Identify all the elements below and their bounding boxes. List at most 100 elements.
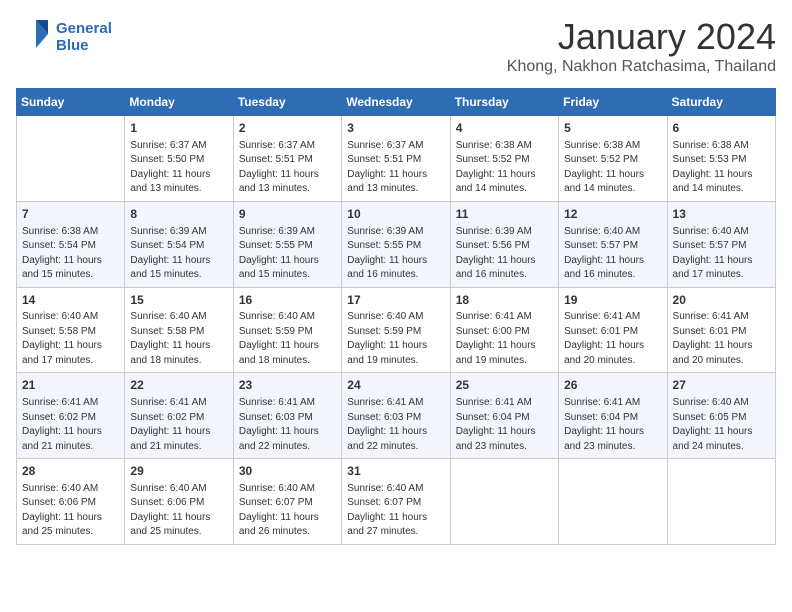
calendar-cell: [17, 116, 125, 202]
day-info: Sunrise: 6:38 AMSunset: 5:54 PMDaylight:…: [22, 225, 119, 283]
day-number: 28: [22, 463, 119, 480]
calendar-cell: 4 Sunrise: 6:38 AMSunset: 5:52 PMDaylight…: [450, 116, 558, 202]
day-info: Sunrise: 6:40 AMSunset: 6:06 PMDaylight:…: [130, 482, 227, 540]
calendar-cell: 31Sunrise: 6:40 AMSunset: 6:07 PMDayligh…: [342, 459, 450, 545]
day-info: Sunrise: 6:41 AMSunset: 6:01 PMDaylight:…: [564, 310, 661, 368]
day-info: Sunrise: 6:37 AMSunset: 5:51 PMDaylight:…: [347, 139, 444, 197]
day-number: 9: [239, 206, 336, 223]
day-number: 8: [130, 206, 227, 223]
day-number: 31: [347, 463, 444, 480]
calendar-cell: 3 Sunrise: 6:37 AMSunset: 5:51 PMDaylight…: [342, 116, 450, 202]
calendar-cell: 15Sunrise: 6:40 AMSunset: 5:58 PMDayligh…: [125, 287, 233, 373]
day-info: Sunrise: 6:40 AMSunset: 5:58 PMDaylight:…: [22, 310, 119, 368]
calendar-cell: 8 Sunrise: 6:39 AMSunset: 5:54 PMDaylight…: [125, 201, 233, 287]
calendar-cell: 9 Sunrise: 6:39 AMSunset: 5:55 PMDaylight…: [233, 201, 341, 287]
day-info: Sunrise: 6:37 AMSunset: 5:50 PMDaylight:…: [130, 139, 227, 197]
calendar-cell: 26 Sunrise: 6:41 AMSunset: 6:04 PMDayligh…: [559, 373, 667, 459]
day-info: Sunrise: 6:40 AMSunset: 6:05 PMDaylight:…: [673, 396, 770, 454]
calendar-week-row: 7 Sunrise: 6:38 AMSunset: 5:54 PMDaylight…: [17, 201, 776, 287]
calendar-cell: 20Sunrise: 6:41 AMSunset: 6:01 PMDayligh…: [667, 287, 775, 373]
day-info: Sunrise: 6:40 AMSunset: 5:58 PMDaylight:…: [130, 310, 227, 368]
calendar-cell: 27 Sunrise: 6:40 AMSunset: 6:05 PMDayligh…: [667, 373, 775, 459]
day-number: 20: [673, 292, 770, 309]
day-number: 21: [22, 377, 119, 394]
calendar-header-row: SundayMondayTuesdayWednesdayThursdayFrid…: [17, 89, 776, 116]
calendar-cell: 23 Sunrise: 6:41 AMSunset: 6:03 PMDayligh…: [233, 373, 341, 459]
logo-text-line1: General: [56, 20, 112, 37]
logo-icon: [16, 16, 52, 52]
col-header-wednesday: Wednesday: [342, 89, 450, 116]
calendar-cell: 5 Sunrise: 6:38 AMSunset: 5:52 PMDaylight…: [559, 116, 667, 202]
day-number: 11: [456, 206, 553, 223]
day-number: 17: [347, 292, 444, 309]
col-header-monday: Monday: [125, 89, 233, 116]
day-info: Sunrise: 6:41 AMSunset: 6:04 PMDaylight:…: [564, 396, 661, 454]
day-info: Sunrise: 6:41 AMSunset: 6:02 PMDaylight:…: [130, 396, 227, 454]
logo-blue: General: [56, 20, 112, 37]
day-info: Sunrise: 6:41 AMSunset: 6:00 PMDaylight:…: [456, 310, 553, 368]
day-info: Sunrise: 6:39 AMSunset: 5:54 PMDaylight:…: [130, 225, 227, 283]
day-info: Sunrise: 6:40 AMSunset: 5:57 PMDaylight:…: [673, 225, 770, 283]
calendar-week-row: 14Sunrise: 6:40 AMSunset: 5:58 PMDayligh…: [17, 287, 776, 373]
day-info: Sunrise: 6:40 AMSunset: 6:07 PMDaylight:…: [239, 482, 336, 540]
col-header-friday: Friday: [559, 89, 667, 116]
day-number: 10: [347, 206, 444, 223]
logo: General Blue: [16, 16, 112, 57]
calendar-cell: [559, 459, 667, 545]
calendar-cell: 16Sunrise: 6:40 AMSunset: 5:59 PMDayligh…: [233, 287, 341, 373]
col-header-sunday: Sunday: [17, 89, 125, 116]
calendar-cell: 6Sunrise: 6:38 AMSunset: 5:53 PMDaylight…: [667, 116, 775, 202]
day-number: 13: [673, 206, 770, 223]
calendar-cell: 11Sunrise: 6:39 AMSunset: 5:56 PMDayligh…: [450, 201, 558, 287]
location: Khong, Nakhon Ratchasima, Thailand: [507, 58, 776, 76]
day-info: Sunrise: 6:40 AMSunset: 6:06 PMDaylight:…: [22, 482, 119, 540]
day-info: Sunrise: 6:37 AMSunset: 5:51 PMDaylight:…: [239, 139, 336, 197]
calendar-cell: [667, 459, 775, 545]
day-info: Sunrise: 6:41 AMSunset: 6:04 PMDaylight:…: [456, 396, 553, 454]
calendar-cell: 25 Sunrise: 6:41 AMSunset: 6:04 PMDayligh…: [450, 373, 558, 459]
calendar-cell: 7 Sunrise: 6:38 AMSunset: 5:54 PMDaylight…: [17, 201, 125, 287]
day-info: Sunrise: 6:40 AMSunset: 5:57 PMDaylight:…: [564, 225, 661, 283]
day-info: Sunrise: 6:41 AMSunset: 6:01 PMDaylight:…: [673, 310, 770, 368]
day-number: 1: [130, 120, 227, 137]
day-number: 4: [456, 120, 553, 137]
calendar-week-row: 21 Sunrise: 6:41 AMSunset: 6:02 PMDayligh…: [17, 373, 776, 459]
day-info: Sunrise: 6:38 AMSunset: 5:52 PMDaylight:…: [456, 139, 553, 197]
day-number: 23: [239, 377, 336, 394]
day-number: 24: [347, 377, 444, 394]
calendar-cell: 28 Sunrise: 6:40 AMSunset: 6:06 PMDayligh…: [17, 459, 125, 545]
calendar-cell: 17Sunrise: 6:40 AMSunset: 5:59 PMDayligh…: [342, 287, 450, 373]
day-number: 25: [456, 377, 553, 394]
day-number: 30: [239, 463, 336, 480]
logo-text-line2: Blue: [56, 37, 112, 54]
calendar-cell: 30 Sunrise: 6:40 AMSunset: 6:07 PMDayligh…: [233, 459, 341, 545]
calendar-cell: 19Sunrise: 6:41 AMSunset: 6:01 PMDayligh…: [559, 287, 667, 373]
day-number: 5: [564, 120, 661, 137]
day-info: Sunrise: 6:39 AMSunset: 5:55 PMDaylight:…: [239, 225, 336, 283]
day-number: 3: [347, 120, 444, 137]
col-header-tuesday: Tuesday: [233, 89, 341, 116]
day-number: 2: [239, 120, 336, 137]
day-number: 12: [564, 206, 661, 223]
day-number: 15: [130, 292, 227, 309]
day-info: Sunrise: 6:38 AMSunset: 5:53 PMDaylight:…: [673, 139, 770, 197]
calendar-cell: [450, 459, 558, 545]
day-number: 19: [564, 292, 661, 309]
day-number: 14: [22, 292, 119, 309]
calendar-cell: 18Sunrise: 6:41 AMSunset: 6:00 PMDayligh…: [450, 287, 558, 373]
day-number: 7: [22, 206, 119, 223]
calendar-cell: 24 Sunrise: 6:41 AMSunset: 6:03 PMDayligh…: [342, 373, 450, 459]
month-title: January 2024: [507, 16, 776, 58]
day-info: Sunrise: 6:40 AMSunset: 5:59 PMDaylight:…: [347, 310, 444, 368]
day-number: 27: [673, 377, 770, 394]
calendar-week-row: 1 Sunrise: 6:37 AMSunset: 5:50 PMDaylight…: [17, 116, 776, 202]
calendar-cell: 14Sunrise: 6:40 AMSunset: 5:58 PMDayligh…: [17, 287, 125, 373]
day-info: Sunrise: 6:40 AMSunset: 5:59 PMDaylight:…: [239, 310, 336, 368]
calendar-cell: 13 Sunrise: 6:40 AMSunset: 5:57 PMDayligh…: [667, 201, 775, 287]
day-number: 26: [564, 377, 661, 394]
day-info: Sunrise: 6:38 AMSunset: 5:52 PMDaylight:…: [564, 139, 661, 197]
calendar-table: SundayMondayTuesdayWednesdayThursdayFrid…: [16, 88, 776, 545]
calendar-cell: 29Sunrise: 6:40 AMSunset: 6:06 PMDayligh…: [125, 459, 233, 545]
day-info: Sunrise: 6:41 AMSunset: 6:03 PMDaylight:…: [239, 396, 336, 454]
day-info: Sunrise: 6:41 AMSunset: 6:03 PMDaylight:…: [347, 396, 444, 454]
